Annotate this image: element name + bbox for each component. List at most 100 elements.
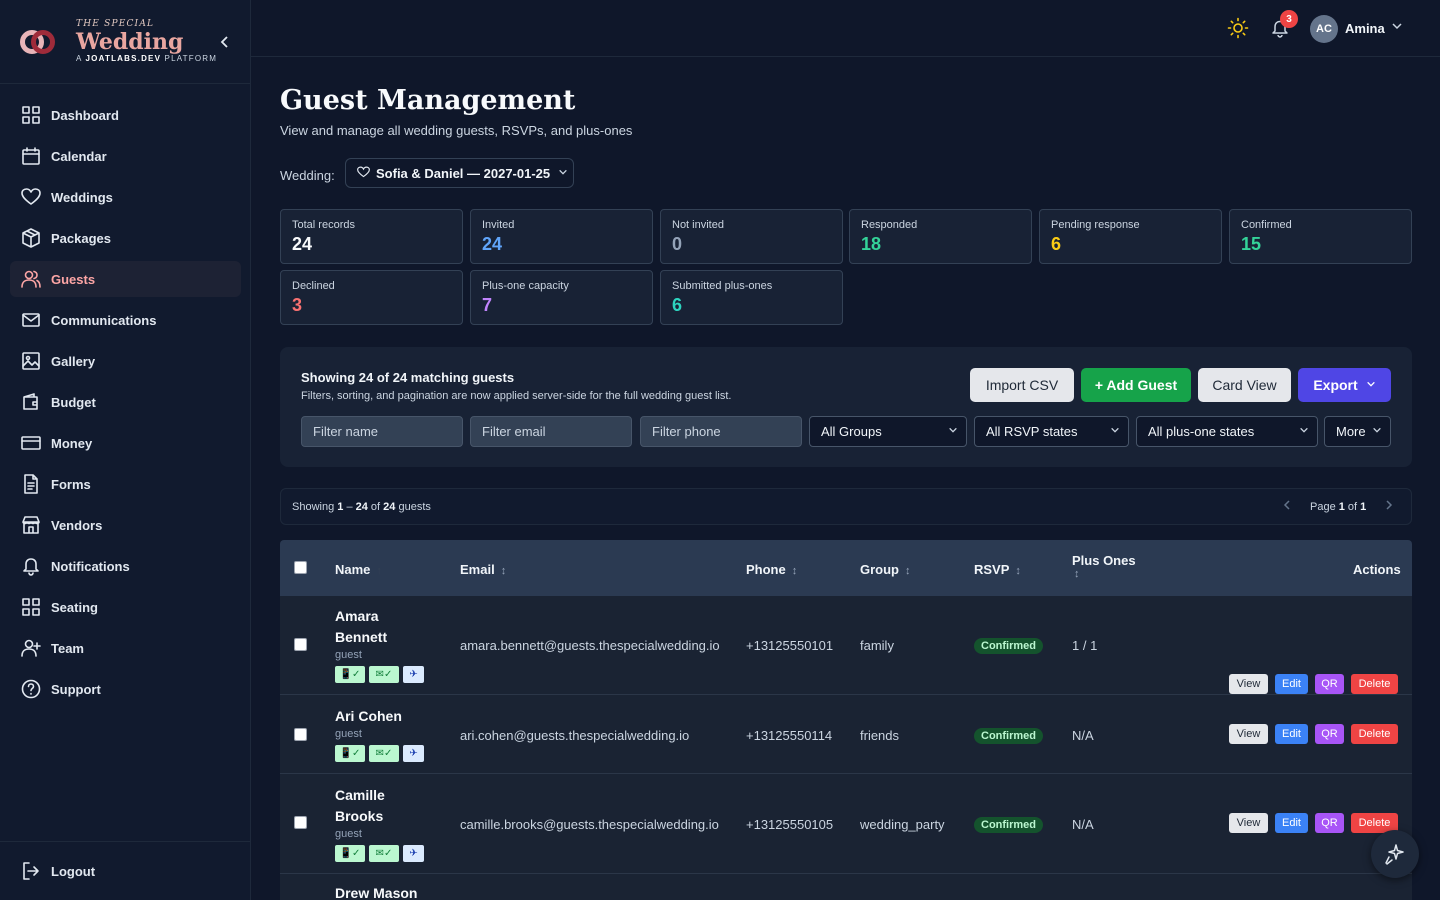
- rsvp-select-value: All RSVP states: [986, 424, 1078, 439]
- brand[interactable]: THE SPECIAL Wedding A JOATLABS.DEV PLATF…: [0, 0, 250, 84]
- stat-label: Submitted plus-ones: [672, 280, 773, 292]
- group-select[interactable]: All Groups: [809, 416, 967, 447]
- export-button[interactable]: Export: [1298, 368, 1391, 402]
- sidebar-item-weddings[interactable]: Weddings: [10, 179, 241, 215]
- user-name[interactable]: Amina: [1345, 21, 1385, 36]
- import-csv-button[interactable]: Import CSV: [970, 368, 1074, 402]
- guest-badges: 📱✓ ✉✓ ✈: [335, 845, 424, 862]
- phone-verified-icon: 📱✓: [335, 845, 365, 862]
- sidebar-item-label: Calendar: [51, 148, 107, 164]
- guest-group: family: [860, 638, 894, 653]
- collapse-sidebar-button[interactable]: [216, 33, 234, 51]
- view-button[interactable]: View: [1229, 674, 1268, 694]
- sidebar-item-label: Guests: [51, 271, 96, 287]
- sidebar-item-communications[interactable]: Communications: [10, 302, 241, 338]
- rsvp-badge: Confirmed: [974, 728, 1043, 744]
- ai-assistant-button[interactable]: [1371, 830, 1419, 878]
- chevron-left-icon[interactable]: [1282, 499, 1292, 514]
- column-phone[interactable]: Phone ↕: [746, 562, 797, 577]
- sidebar-item-label: Communications: [51, 312, 157, 328]
- pagination-bar: Showing 1 – 24 of 24 guests Page 1 of 1: [280, 488, 1412, 525]
- edit-button[interactable]: Edit: [1275, 674, 1308, 694]
- stat-total-records: Total records 24: [280, 209, 463, 264]
- chevron-down-icon[interactable]: [1391, 20, 1403, 35]
- qr-button[interactable]: QR: [1315, 674, 1344, 694]
- wedding-select[interactable]: Sofia & Daniel — 2027-01-25: [345, 158, 574, 188]
- rsvp-select[interactable]: All RSVP states: [974, 416, 1129, 447]
- dashboard-icon: [21, 105, 41, 125]
- sidebar-item-label: Vendors: [51, 517, 103, 533]
- delete-button[interactable]: Delete: [1351, 674, 1398, 694]
- chevron-right-icon[interactable]: [1384, 499, 1394, 514]
- delete-button[interactable]: Delete: [1351, 724, 1398, 744]
- sidebar-item-budget[interactable]: Budget: [10, 384, 241, 420]
- filter-name-input[interactable]: Filter name: [301, 416, 463, 447]
- page-indicator: Page 1 of 1: [1310, 501, 1367, 513]
- sidebar-item-vendors[interactable]: Vendors: [10, 507, 241, 543]
- sidebar-item-seating[interactable]: Seating: [10, 589, 241, 625]
- view-button[interactable]: View: [1229, 724, 1268, 744]
- sidebar-item-forms[interactable]: Forms: [10, 466, 241, 502]
- view-button[interactable]: View: [1229, 813, 1268, 833]
- stat-label: Confirmed: [1241, 219, 1292, 231]
- row-checkbox[interactable]: [294, 638, 307, 651]
- filter-phone-input[interactable]: Filter phone: [640, 416, 802, 447]
- guest-name[interactable]: Ari Cohen: [335, 706, 425, 727]
- chevron-left-icon: [220, 36, 228, 48]
- stat-responded: Responded 18: [849, 209, 1032, 264]
- qr-button[interactable]: QR: [1315, 813, 1344, 833]
- sun-icon[interactable]: [1227, 17, 1249, 39]
- column-email[interactable]: Email ↕: [460, 562, 506, 577]
- wedding-label: Wedding:: [280, 168, 335, 183]
- guest-phone: +13125550105: [746, 817, 834, 832]
- filter-email-input[interactable]: Filter email: [470, 416, 632, 447]
- add-guest-button[interactable]: + Add Guest: [1081, 368, 1191, 402]
- column-name[interactable]: Name ↑: [335, 562, 382, 577]
- sidebar-item-team[interactable]: Team: [10, 630, 241, 666]
- guest-name[interactable]: Amara Bennett: [335, 606, 425, 648]
- avatar[interactable]: AC: [1310, 15, 1338, 43]
- toolbar-subtitle: Filters, sorting, and pagination are now…: [301, 390, 732, 402]
- sidebar-item-packages[interactable]: Packages: [10, 220, 241, 256]
- column-actions: Actions: [1353, 562, 1401, 577]
- stat-label: Plus-one capacity: [482, 280, 569, 292]
- sidebar-item-notifications[interactable]: Notifications: [10, 548, 241, 584]
- plus-one-select-value: All plus-one states: [1148, 424, 1255, 439]
- mail-icon: [21, 310, 41, 330]
- guest-role: guest: [335, 728, 362, 740]
- row-checkbox[interactable]: [294, 728, 307, 741]
- select-all-checkbox[interactable]: [294, 561, 307, 574]
- stat-value: 18: [861, 234, 882, 254]
- brand-platform: A JOATLABS.DEV PLATFORM: [76, 54, 218, 63]
- plus-one-select[interactable]: All plus-one states: [1136, 416, 1318, 447]
- edit-button[interactable]: Edit: [1275, 724, 1308, 744]
- sidebar-item-dashboard[interactable]: Dashboard: [10, 97, 241, 133]
- more-filters-button[interactable]: More: [1324, 416, 1391, 447]
- guest-name[interactable]: Drew Mason: [335, 883, 535, 900]
- stat-label: Total records: [292, 219, 355, 231]
- column-rsvp[interactable]: RSVP ↕: [974, 562, 1021, 577]
- guest-plus-ones: 1 / 1: [1072, 638, 1098, 653]
- sidebar-item-calendar[interactable]: Calendar: [10, 138, 241, 174]
- sparkle-icon: [1385, 844, 1404, 865]
- qr-button[interactable]: QR: [1315, 724, 1344, 744]
- column-group[interactable]: Group ↕: [860, 562, 911, 577]
- row-checkbox[interactable]: [294, 816, 307, 829]
- stat-plus-one-capacity: Plus-one capacity 7: [470, 270, 653, 325]
- guest-badges: 📱✓ ✉✓ ✈: [335, 745, 424, 762]
- sidebar-item-support[interactable]: Support: [10, 671, 241, 707]
- sidebar-item-guests[interactable]: Guests: [10, 261, 241, 297]
- guest-name[interactable]: Camille Brooks: [335, 785, 425, 827]
- card-view-button[interactable]: Card View: [1198, 368, 1291, 402]
- sort-icon: ↕: [791, 565, 798, 577]
- sidebar-item-label: Weddings: [51, 189, 113, 205]
- sidebar-item-gallery[interactable]: Gallery: [10, 343, 241, 379]
- edit-button[interactable]: Edit: [1275, 813, 1308, 833]
- email-verified-icon: ✉✓: [369, 845, 399, 862]
- column-plus-ones[interactable]: Plus Ones ↕: [1072, 553, 1136, 580]
- logout-button[interactable]: Logout: [0, 841, 251, 900]
- guest-plus-ones: N/A: [1072, 728, 1094, 743]
- sidebar-item-money[interactable]: Money: [10, 425, 241, 461]
- guest-group: wedding_party: [860, 817, 945, 832]
- heart-icon: [21, 187, 41, 207]
